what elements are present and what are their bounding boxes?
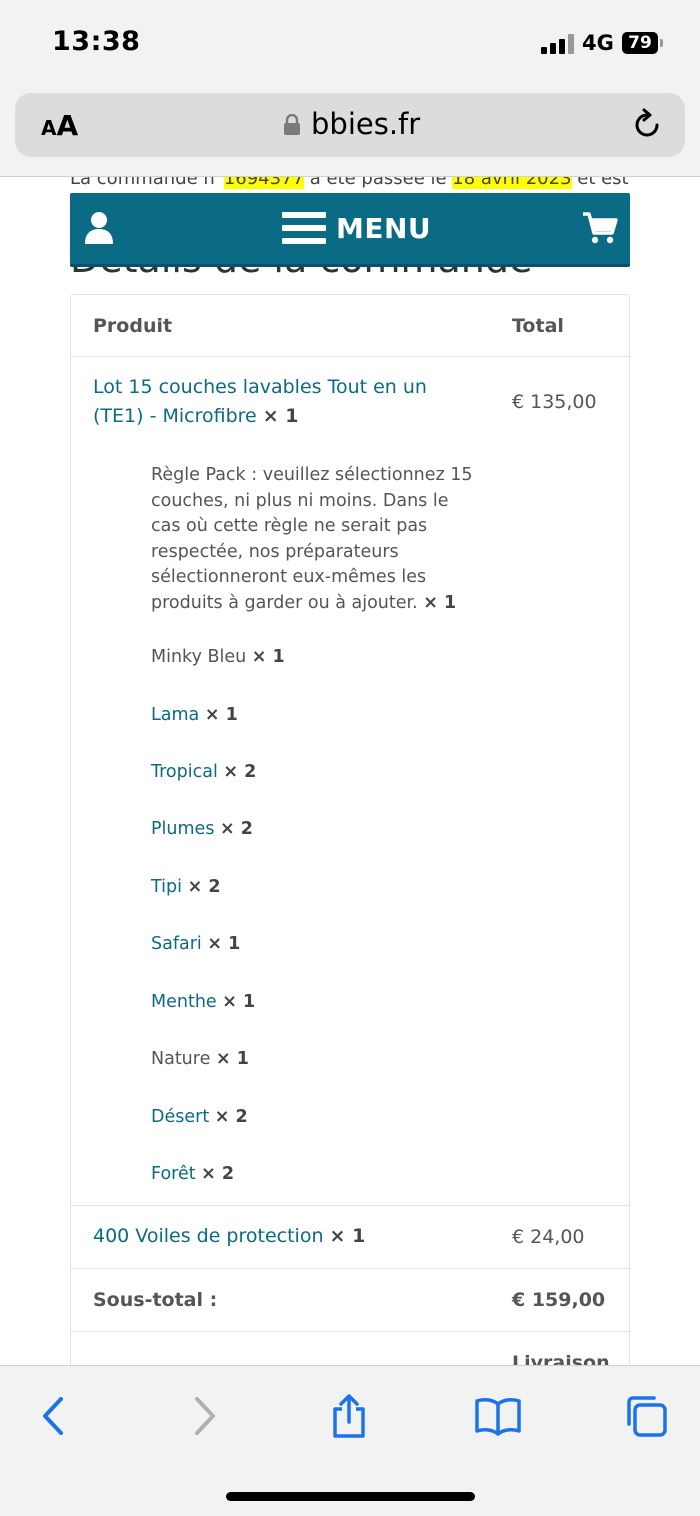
share-icon[interactable] xyxy=(329,1394,369,1438)
tabs-icon[interactable] xyxy=(624,1394,668,1438)
order-date: 18 avril 2023 xyxy=(452,177,572,189)
header-total: Total xyxy=(512,315,564,337)
address-bar[interactable]: AA bbies.fr xyxy=(15,93,685,157)
forward-icon[interactable] xyxy=(184,1394,224,1438)
home-indicator xyxy=(226,1492,475,1501)
component-link[interactable]: Désert xyxy=(151,1107,209,1127)
list-item: Désert × 2 xyxy=(151,1107,248,1127)
order-details-table: Produit Total Lot 15 couches lavables To… xyxy=(70,294,630,1365)
status-bar: 13:38 4G 79 xyxy=(0,0,700,90)
product-link[interactable]: Lot 15 couches lavables Tout en un (TE1)… xyxy=(93,376,427,427)
shipping-row: Livraison xyxy=(71,1332,629,1365)
subtotal-label: Sous-total : xyxy=(93,1289,218,1311)
reload-icon[interactable] xyxy=(630,108,664,142)
lock-icon xyxy=(284,114,300,135)
text-size-button[interactable]: AA xyxy=(41,109,78,142)
component-link[interactable]: Tropical xyxy=(151,762,218,782)
status-time: 13:38 xyxy=(52,26,141,57)
list-item: Forêt × 2 xyxy=(151,1164,235,1184)
component-link[interactable]: Forêt xyxy=(151,1164,196,1184)
list-item: Minky Bleu × 1 xyxy=(151,647,285,667)
menu-button[interactable]: MENU xyxy=(282,211,431,245)
header-product: Produit xyxy=(93,315,173,337)
product-price: € 135,00 xyxy=(512,391,597,413)
network-label: 4G xyxy=(582,31,614,55)
battery-level: 79 xyxy=(628,33,652,53)
product-qty: × 1 xyxy=(262,405,299,427)
product-link[interactable]: 400 Voiles de protection xyxy=(93,1225,324,1247)
component-link[interactable]: Menthe xyxy=(151,992,217,1012)
subtotal-row: Sous-total : € 159,00 xyxy=(71,1269,629,1332)
bookmarks-icon[interactable] xyxy=(474,1394,522,1438)
menu-label: MENU xyxy=(336,211,432,245)
order-notice: La commande n°1694377 a été passée le 18… xyxy=(70,177,650,190)
list-item: Safari × 1 xyxy=(151,934,241,954)
table-header: Produit Total xyxy=(71,295,629,357)
web-content: La commande n°1694377 a été passée le 18… xyxy=(0,177,700,1365)
order-number: 1694377 xyxy=(223,177,304,189)
signal-icon xyxy=(541,34,575,54)
product-price: € 24,00 xyxy=(512,1226,585,1248)
browser-toolbar-bottom xyxy=(0,1365,700,1516)
back-icon[interactable] xyxy=(34,1394,74,1438)
list-item: Tropical × 2 xyxy=(151,762,257,782)
list-item: Tipi × 2 xyxy=(151,877,221,897)
browser-toolbar-top: AA bbies.fr xyxy=(0,90,700,177)
list-item: Menthe × 1 xyxy=(151,992,256,1012)
site-navbar: MENU xyxy=(70,193,630,267)
account-icon[interactable] xyxy=(84,211,114,245)
component-link[interactable]: Tipi xyxy=(151,877,182,897)
cart-icon[interactable] xyxy=(582,211,618,245)
component-link[interactable]: Safari xyxy=(151,934,202,954)
component-link[interactable]: Lama xyxy=(151,705,199,725)
product-name-second: 400 Voiles de protection × 1 xyxy=(93,1222,483,1251)
pack-rule: Règle Pack : veuillez sélectionnez 15 co… xyxy=(151,465,473,613)
product-name-main: Lot 15 couches lavables Tout en un (TE1)… xyxy=(93,373,483,431)
table-row: Lot 15 couches lavables Tout en un (TE1)… xyxy=(71,357,629,1206)
component-link[interactable]: Plumes xyxy=(151,819,214,839)
list-item: Lama × 1 xyxy=(151,705,238,725)
list-item: Nature × 1 xyxy=(151,1049,249,1069)
product-qty: × 1 xyxy=(329,1225,366,1247)
shipping-label: Livraison xyxy=(512,1352,610,1365)
battery-icon: 79 xyxy=(622,32,663,54)
subtotal-value: € 159,00 xyxy=(512,1289,606,1311)
hamburger-icon xyxy=(282,212,326,244)
list-item: Plumes × 2 xyxy=(151,819,253,839)
table-row: 400 Voiles de protection × 1 € 24,00 xyxy=(71,1206,629,1269)
url-domain[interactable]: bbies.fr xyxy=(311,107,420,141)
